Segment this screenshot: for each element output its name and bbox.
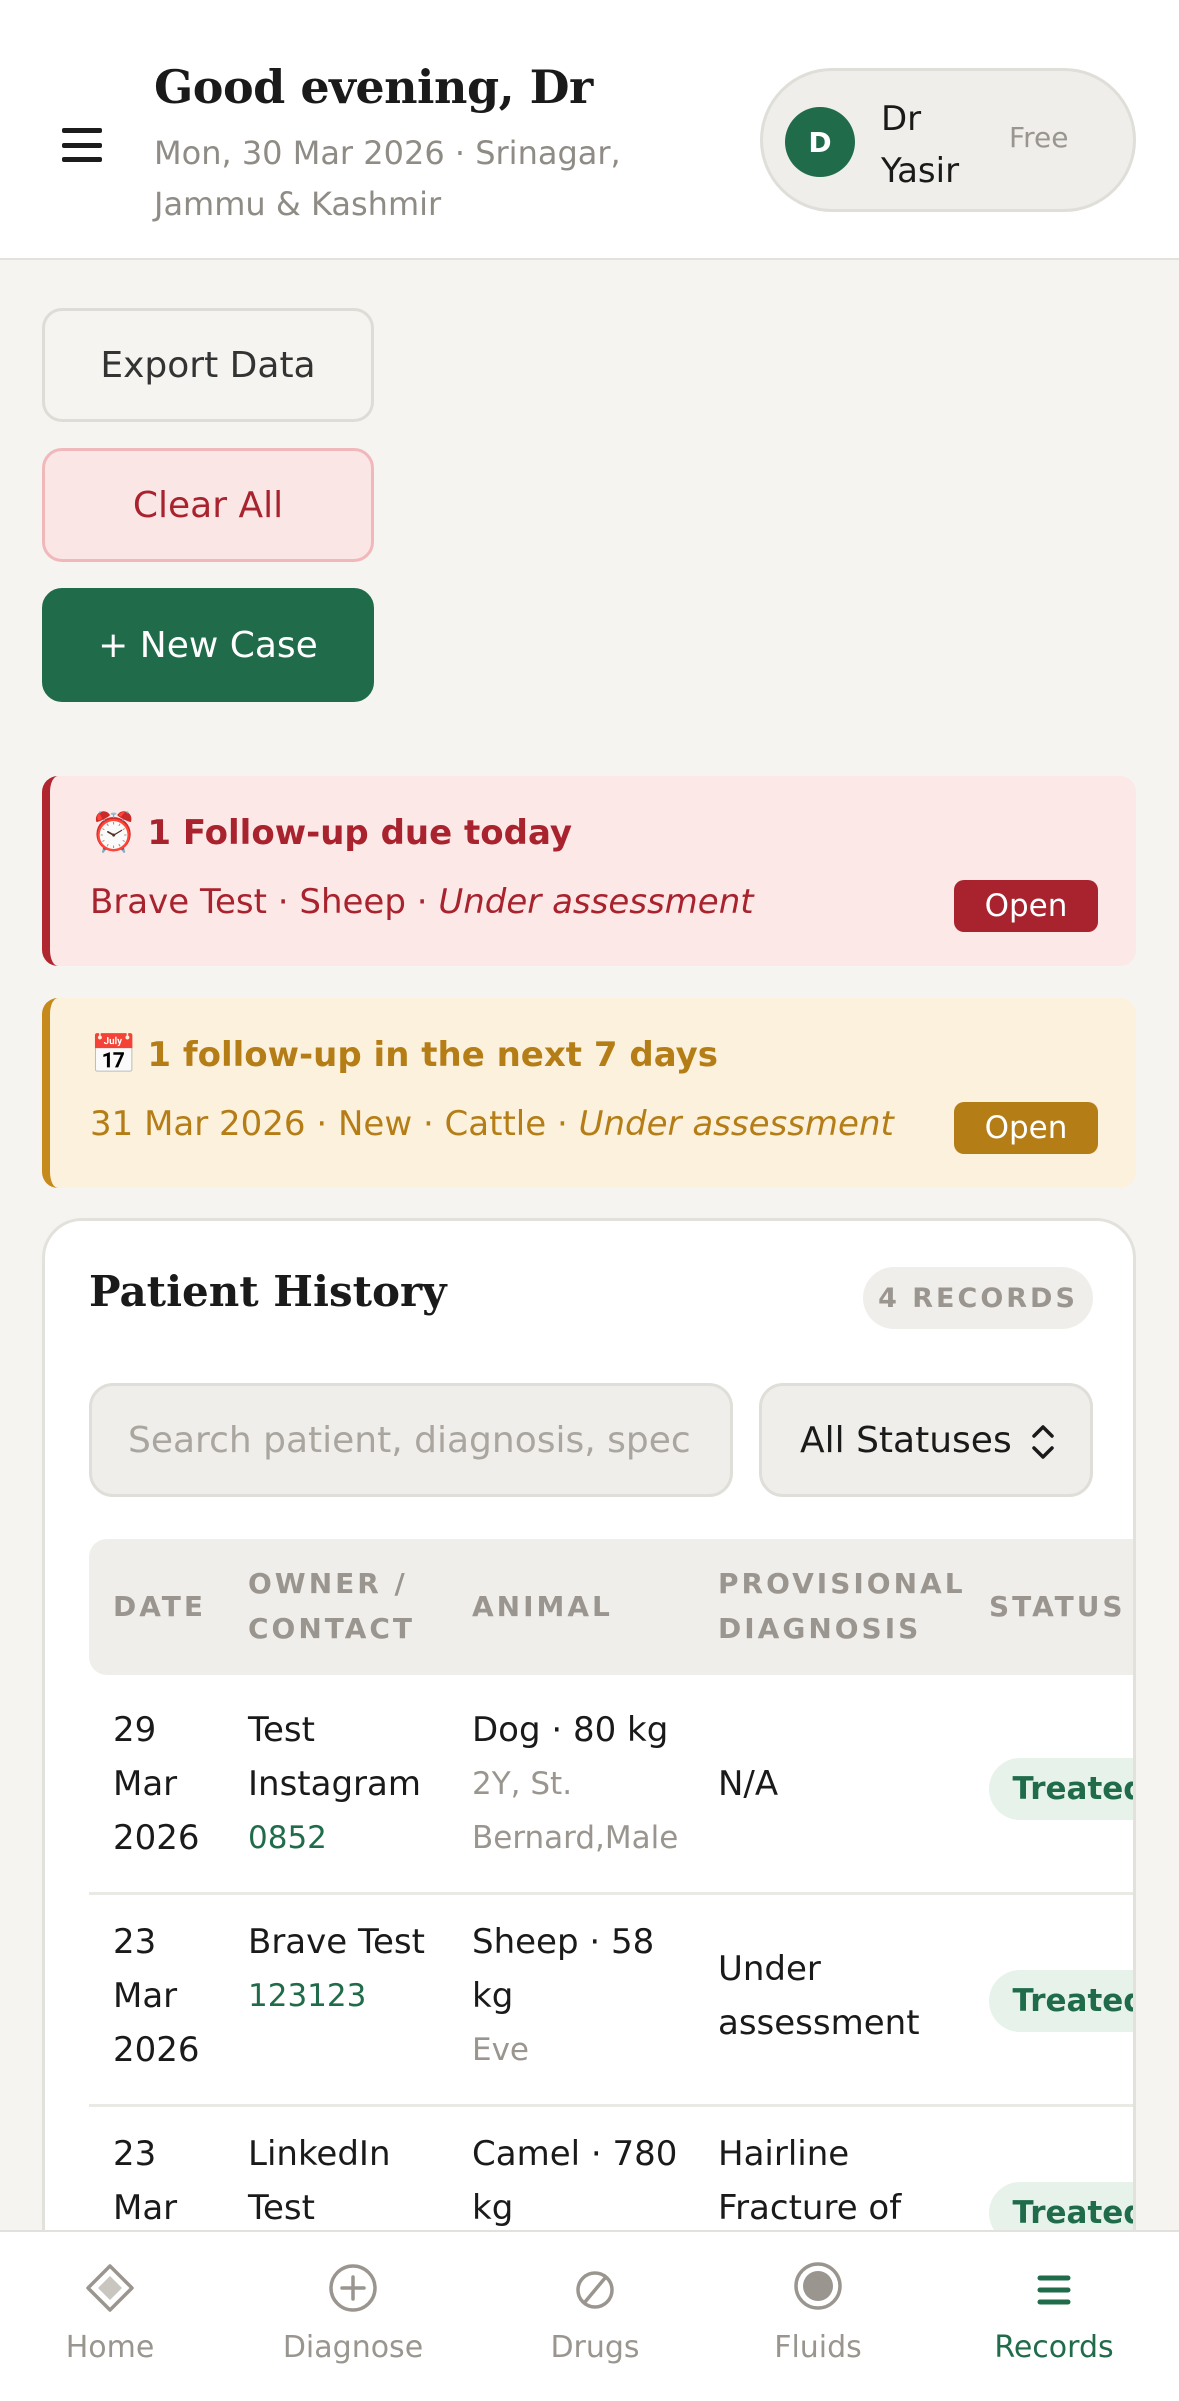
nav-item-drugs[interactable]: Drugs [495, 2260, 695, 2365]
nav-label: Diagnose [282, 2330, 424, 2365]
clear-all-button[interactable]: Clear All [42, 448, 374, 562]
avatar: D [785, 107, 855, 177]
patient-history-card: Patient History 4 RECORDS All Statuses D… [42, 1218, 1136, 2258]
row-diagnosis: N/A [718, 1764, 779, 1804]
greeting-title: Good evening, Dr [154, 60, 593, 114]
alert-title: 1 follow-up in the next 7 days [147, 1034, 719, 1075]
new-case-button[interactable]: + New Case [42, 588, 374, 702]
calendar-icon: 📅 [90, 1032, 138, 1076]
row-date: 23 Mar [113, 2134, 178, 2228]
open-button[interactable]: Open [954, 1102, 1098, 1154]
column-header-animal[interactable]: ANIMAL [472, 1584, 613, 1629]
export-data-button[interactable]: Export Data [42, 308, 374, 422]
chevron-updown-icon [1032, 1425, 1054, 1459]
search-input[interactable] [128, 1419, 694, 1461]
row-owner: LinkedIn Test [248, 2134, 391, 2228]
bottom-nav: Home Diagnose Drugs Fluids Records [0, 2230, 1179, 2401]
row-animal: Sheep · 58 kg [472, 1922, 655, 2016]
column-header-date[interactable]: DATE [113, 1584, 206, 1629]
row-diagnosis: Hairline Fracture of [718, 2134, 902, 2228]
nav-label: Fluids [774, 2330, 862, 2365]
nav-label: Records [994, 2330, 1114, 2365]
app-header: Good evening, Dr Mon, 30 Mar 2026 · Srin… [0, 0, 1179, 260]
row-diagnosis: Under assessment [718, 1949, 920, 2043]
nav-item-home[interactable]: Home [10, 2260, 210, 2365]
alert-detail: Brave Test · Sheep · Under assessment [90, 882, 754, 922]
alarm-clock-icon: ⏰ [90, 810, 138, 854]
table-row[interactable]: 29 Mar 2026 Test Instagram 0852 Dog · 80… [89, 1683, 1133, 1895]
row-contact[interactable]: 123123 [248, 1969, 458, 2023]
row-date: 23 Mar 2026 [113, 1922, 200, 2070]
row-owner: Test Instagram [248, 1710, 421, 1804]
nav-label: Home [65, 2330, 155, 2365]
followup-upcoming-alert: 📅 1 follow-up in the next 7 days 31 Mar … [42, 998, 1136, 1188]
table-row[interactable]: 23 Mar 2026 Brave Test 123123 Sheep · 58… [89, 1895, 1133, 2107]
alert-title: 1 Follow-up due today [147, 812, 573, 853]
status-badge: Treated [989, 1970, 1133, 2032]
row-date: 29 Mar 2026 [113, 1710, 200, 1858]
row-animal-detail: 2Y, St. Bernard,Male [472, 1766, 679, 1856]
status-badge: Treated [989, 1758, 1133, 1820]
status-filter-value: All Statuses [800, 1419, 1012, 1461]
profile-pill[interactable]: D Dr Yasir Free [760, 68, 1136, 212]
section-title: Patient History [89, 1267, 447, 1316]
status-filter-select[interactable]: All Statuses [759, 1383, 1093, 1497]
menu-icon[interactable] [62, 128, 102, 162]
nav-item-diagnose[interactable]: Diagnose [253, 2260, 453, 2365]
alert-detail: 31 Mar 2026 · New · Cattle · Under asses… [90, 1104, 894, 1144]
column-header-status[interactable]: STATUS [989, 1584, 1126, 1629]
nav-item-records[interactable]: Records [954, 2260, 1154, 2365]
profile-name: Dr Yasir [881, 99, 960, 191]
open-button[interactable]: Open [954, 880, 1098, 932]
nav-label: Drugs [550, 2330, 640, 2365]
records-count-badge: 4 RECORDS [863, 1267, 1093, 1329]
search-field[interactable] [89, 1383, 733, 1497]
table-header: DATE OWNER / CONTACT ANIMAL PROVISIONAL … [89, 1539, 1133, 1675]
drop-circle-icon [794, 2262, 842, 2310]
row-animal: Dog · 80 kg [472, 1710, 669, 1750]
row-animal: Camel · 780 kg [472, 2134, 678, 2228]
pill-icon [576, 2271, 614, 2309]
nav-item-fluids[interactable]: Fluids [718, 2260, 918, 2365]
row-animal-detail: Eve [472, 2032, 530, 2068]
date-location: Mon, 30 Mar 2026 · Srinagar, Jammu & Kas… [154, 134, 621, 223]
followup-today-alert: ⏰ 1 Follow-up due today Brave Test · She… [42, 776, 1136, 966]
plan-badge: Free [1009, 121, 1069, 154]
diamond-icon [86, 2264, 134, 2312]
column-header-owner[interactable]: OWNER / CONTACT [248, 1561, 448, 1651]
row-contact[interactable]: 0852 [248, 1811, 458, 1865]
row-owner: Brave Test [248, 1922, 425, 1962]
column-header-diagnosis[interactable]: PROVISIONAL DIAGNOSIS [718, 1561, 963, 1651]
list-icon [1037, 2275, 1071, 2305]
plus-circle-icon [329, 2264, 377, 2312]
